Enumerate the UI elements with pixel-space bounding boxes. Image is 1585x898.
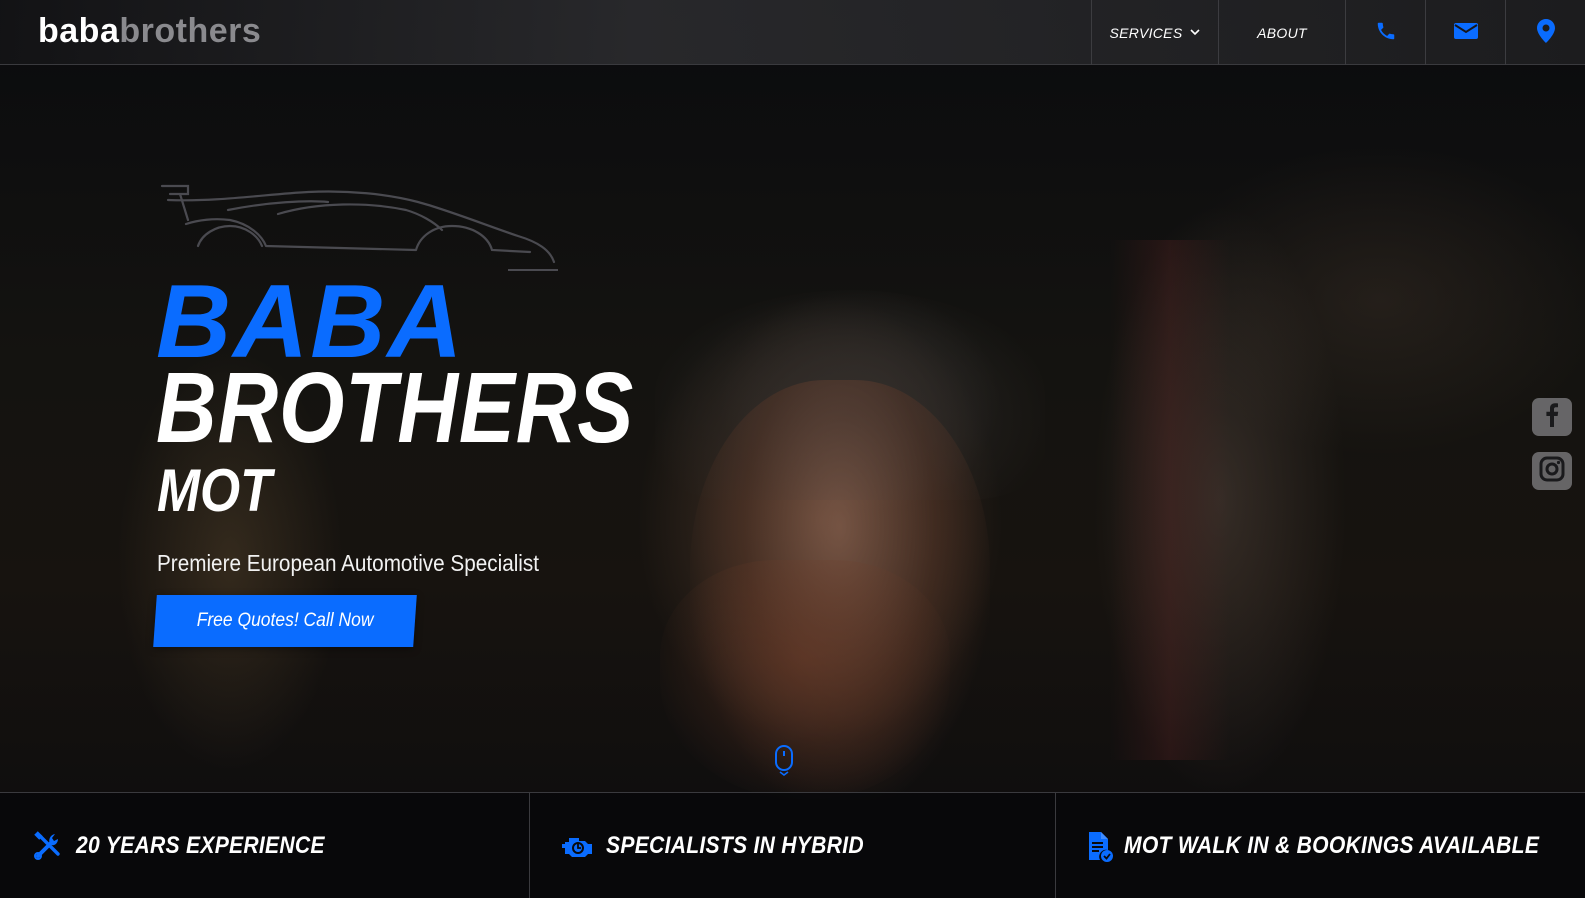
feature-hybrid: SPECIALISTS IN HYBRID [529, 793, 1055, 898]
logo-part-brothers: brothers [119, 12, 262, 50]
instagram-link[interactable] [1532, 452, 1572, 490]
hero-tagline: Premiere European Automotive Specialist [157, 550, 540, 576]
call-now-button-label: Free Quotes! Call Now [196, 610, 374, 631]
scroll-mouse-icon[interactable] [774, 744, 794, 781]
site-logo[interactable]: bababrothers [38, 12, 261, 50]
nav-about[interactable]: ABOUT [1218, 0, 1345, 65]
hero-title-mot: MOT [157, 457, 272, 524]
feature-hybrid-label: SPECIALISTS IN HYBRID [606, 831, 864, 859]
nav-about-label: ABOUT [1257, 24, 1307, 41]
site-header: bababrothers SERVICES ABOUT [0, 0, 1585, 65]
facebook-link[interactable] [1532, 398, 1572, 436]
document-check-icon [1086, 828, 1114, 864]
features-bar: 20 YEARS EXPERIENCE SPECIALISTS IN HYBRI… [0, 792, 1585, 898]
feature-experience-label: 20 YEARS EXPERIENCE [76, 831, 325, 859]
background-beard [660, 560, 950, 800]
chevron-down-icon [1190, 29, 1201, 36]
hero-title-brothers: BROTHERS [156, 352, 635, 464]
call-now-button[interactable]: Free Quotes! Call Now [153, 595, 417, 647]
nav-mail[interactable] [1425, 0, 1505, 65]
engine-icon [560, 828, 596, 864]
nav-services[interactable]: SERVICES [1091, 0, 1218, 65]
facebook-icon [1544, 402, 1560, 432]
mail-icon [1453, 21, 1479, 44]
logo-part-baba: baba [38, 12, 120, 50]
tools-icon [30, 828, 66, 864]
nav-location[interactable] [1505, 0, 1585, 65]
location-pin-icon [1536, 19, 1555, 46]
feature-mot-label: MOT WALK IN & BOOKINGS AVAILABLE [1124, 831, 1540, 859]
background-shelf [1110, 240, 1230, 760]
feature-experience: 20 YEARS EXPERIENCE [0, 793, 529, 898]
instagram-icon [1539, 456, 1565, 487]
nav-phone[interactable] [1345, 0, 1425, 65]
main-nav: SERVICES ABOUT [1091, 0, 1585, 65]
nav-services-label: SERVICES [1109, 24, 1183, 41]
feature-mot: MOT WALK IN & BOOKINGS AVAILABLE [1055, 793, 1585, 898]
phone-icon [1375, 20, 1397, 45]
social-links [1532, 398, 1572, 490]
